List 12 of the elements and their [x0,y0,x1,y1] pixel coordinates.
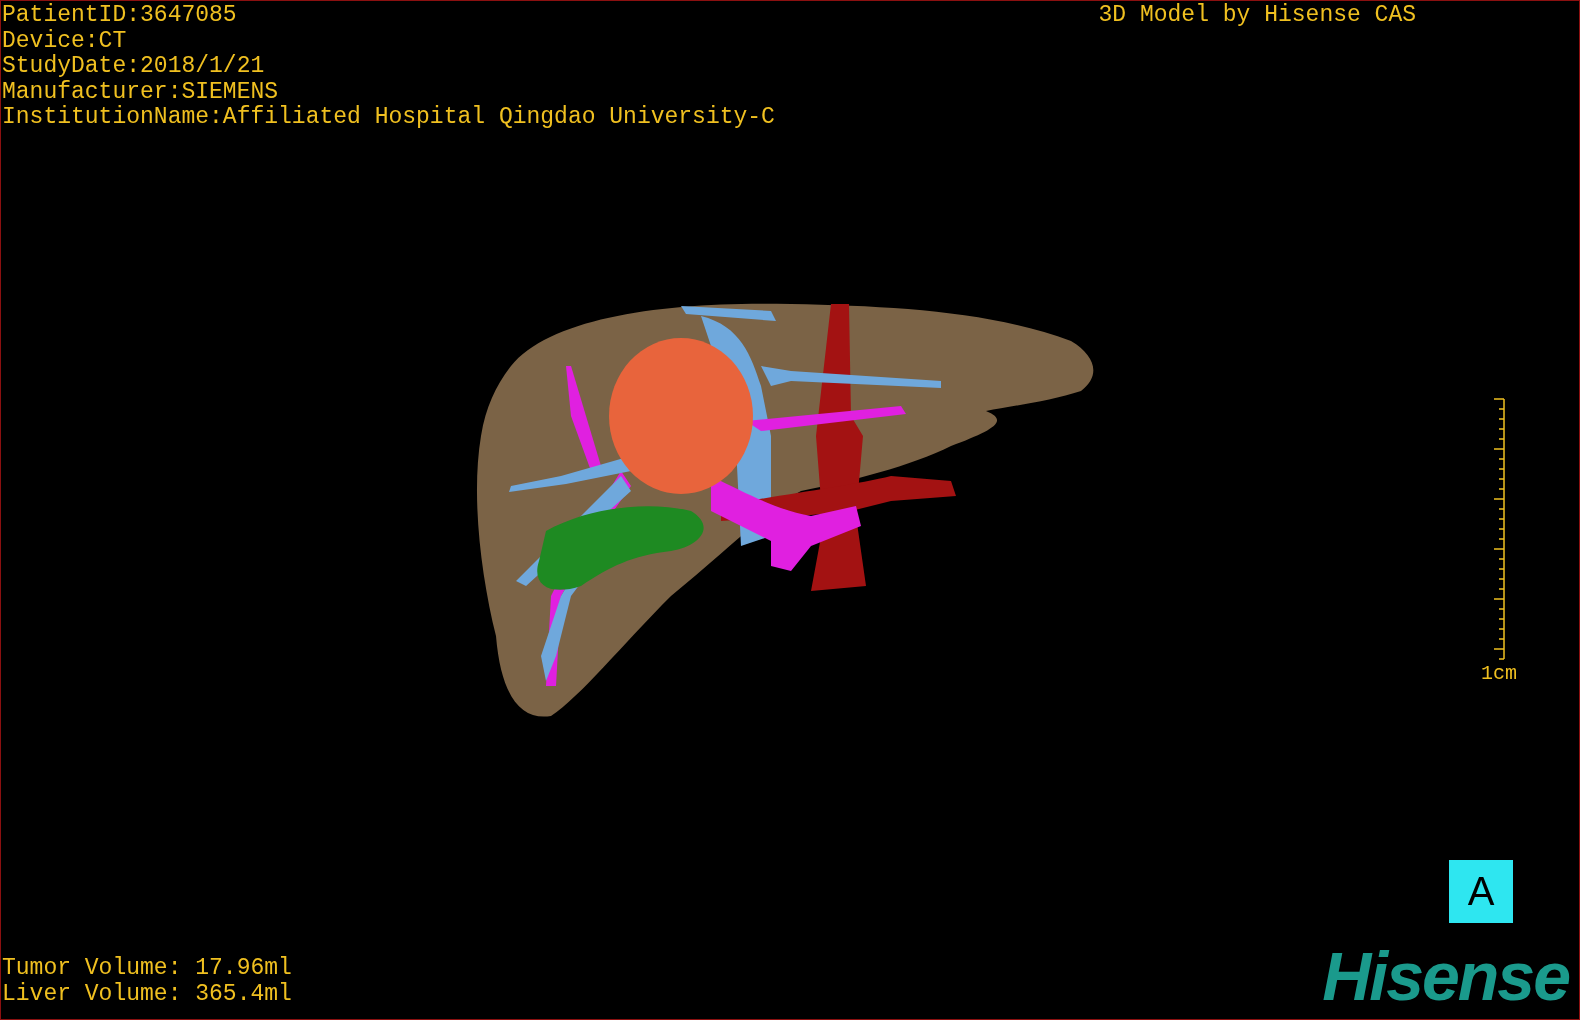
scale-ruler-icon [1491,397,1507,660]
patient-info-line: PatientID:3647085 [2,3,238,29]
patient-info-line: Manufacturer:SIEMENS [2,79,280,105]
volume-readout: Tumor Volume: 17.96ml [2,956,292,982]
patient-info-line: StudyDate:2018/1/21 [2,54,266,80]
patient-info-line: Device:CT [2,28,128,54]
volume-readout: Liver Volume: 365.4ml [2,981,292,1007]
scale-label: 1cm [1481,661,1517,686]
patient-info-line: InstitutionName:Affiliated Hospital Qingdao University-C [2,105,775,131]
brand-logo: Hisense [1322,945,1570,1007]
view-button[interactable]: A [1449,860,1513,923]
model-title: 3D Model by Hisense CAS [1098,3,1416,30]
